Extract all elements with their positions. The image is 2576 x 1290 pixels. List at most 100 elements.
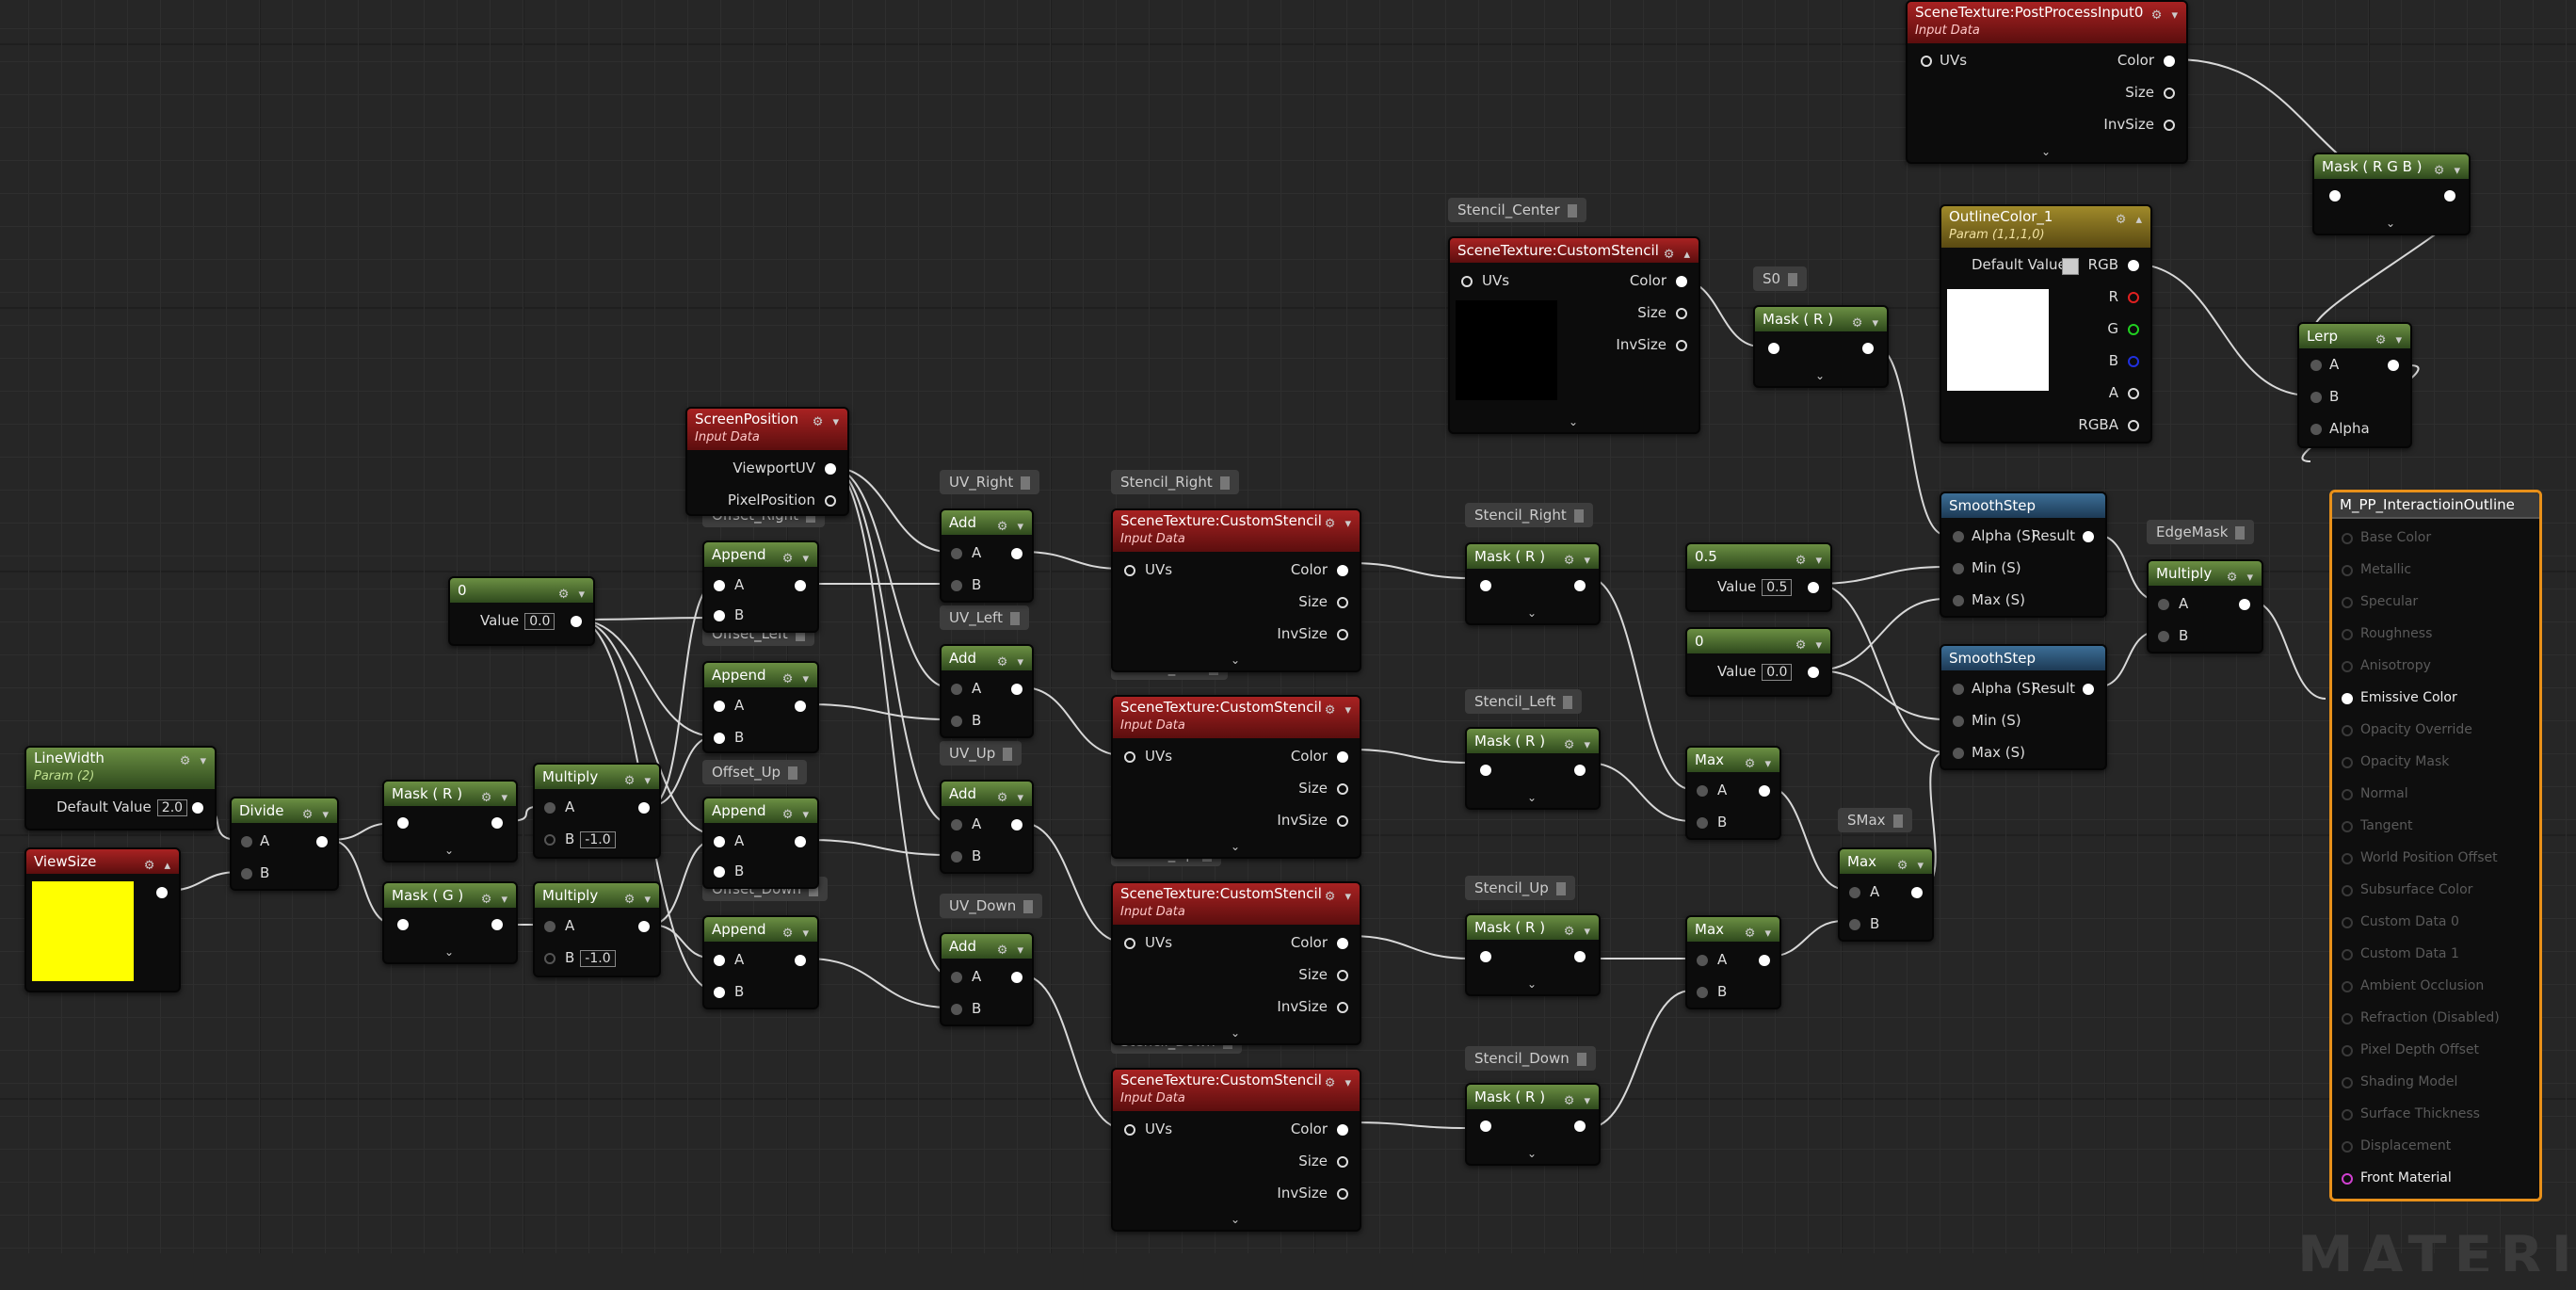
size-output-pin[interactable] [1337,970,1348,981]
node-options-icon[interactable]: ⚙ ▾ [997,939,1026,963]
node-header[interactable]: M_PP_InteractioinOutline [2332,492,2539,519]
a-input-pin[interactable] [2158,599,2169,610]
node-options-icon[interactable]: ⚙ ▾ [1564,734,1593,758]
node-options-icon[interactable]: ⚙ ▾ [1745,922,1774,946]
a-input-pin[interactable] [714,836,725,847]
invsize-output-pin[interactable] [1676,340,1687,351]
uvs-input-pin[interactable] [1124,751,1135,763]
append-output-pin[interactable] [795,580,806,591]
node-header[interactable]: Mask ( R ) ⚙ ▾ [1467,915,1599,940]
comment-uv-right[interactable]: UV_Right [940,470,1040,494]
node-options-icon[interactable]: ⚙ ▾ [1564,920,1593,944]
result-input-pin[interactable] [2342,917,2353,928]
size-output-pin[interactable] [1337,1156,1348,1168]
b-value-input[interactable]: -1.0 [580,831,616,848]
node-header[interactable]: SceneTexture:CustomStencil Input Data ⚙ ▾ [1113,1070,1360,1111]
comment-offset-up[interactable]: Offset_Up [702,760,808,784]
node-header[interactable]: Mask ( R ) ⚙ ▾ [1467,544,1599,569]
comment-bubble-icon[interactable] [1003,747,1013,761]
result-input-pin[interactable] [2342,597,2353,608]
mask-rgb-node[interactable]: Mask ( R G B ) ⚙ ▾ ⌄ [2312,153,2471,235]
divide-output-pin[interactable] [316,836,328,847]
mask-r-right-node[interactable]: Mask ( R ) ⚙ ▾ ⌄ [1465,542,1601,625]
max-output-pin[interactable] [1759,955,1770,966]
max-output-pin[interactable] [1911,887,1923,898]
node-options-icon[interactable]: ⚙ ▴ [2116,211,2145,229]
mask-r-divide-node[interactable]: Mask ( R ) ⚙ ▾ ⌄ [382,780,518,863]
a-input-pin[interactable] [951,548,962,559]
comment-bubble-icon[interactable] [1892,814,1903,828]
a-input-pin[interactable] [951,684,962,695]
comment-bubble-icon[interactable] [2235,525,2246,540]
result-input-pin[interactable] [2342,533,2353,544]
add-output-pin[interactable] [1011,819,1022,830]
linewidth-output-pin[interactable] [192,802,203,814]
a-input-pin[interactable] [1849,887,1860,898]
append-output-pin[interactable] [795,836,806,847]
size-output-pin[interactable] [2164,88,2175,99]
result-input-pin[interactable] [2342,757,2353,768]
result-pin-row[interactable]: Opacity Mask [2342,754,2449,769]
result-input-pin[interactable] [2342,885,2353,896]
comment-bubble-icon[interactable] [1021,476,1031,490]
b-output-pin[interactable] [2128,356,2139,367]
result-pin-row[interactable]: Ambient Occlusion [2342,978,2484,993]
comment-uv-down[interactable]: UV_Down [940,894,1043,918]
comment-bubble-icon[interactable] [788,766,798,780]
value-input[interactable]: 2.0 [156,799,188,816]
node-options-icon[interactable]: ⚙ ▾ [1325,888,1354,906]
uvs-input-pin[interactable] [1921,56,1932,67]
node-options-icon[interactable]: ⚙ ▾ [997,515,1026,540]
comment-s0[interactable]: S0 [1753,266,1808,291]
node-header[interactable]: ScreenPosition Input Data ⚙ ▾ [687,409,847,450]
result-pin-row[interactable]: Emissive Color [2342,690,2457,705]
multiply-output-pin[interactable] [2239,599,2250,610]
a-input-pin[interactable] [951,972,962,983]
uvs-input-pin[interactable] [1124,1124,1135,1136]
screen-position-node[interactable]: ScreenPosition Input Data ⚙ ▾ ViewportUV P… [685,407,849,516]
result-pin-row[interactable]: Specular [2342,594,2418,609]
expand-chevron-icon[interactable]: ⌄ [1231,840,1240,853]
node-options-icon[interactable]: ⚙ ▾ [782,547,812,572]
expand-chevron-icon[interactable]: ⌄ [2041,145,2051,158]
size-output-pin[interactable] [1337,783,1348,795]
node-header[interactable]: Mask ( R ) ⚙ ▾ [1467,1085,1599,1109]
node-header[interactable]: Lerp ⚙ ▾ [2299,324,2410,348]
comment-stencil-right-b[interactable]: Stencil_Right [1465,503,1593,527]
comment-bubble-icon[interactable] [1563,695,1573,709]
node-options-icon[interactable]: ⚙ ▾ [813,413,842,431]
node-header[interactable]: Append ⚙ ▾ [704,542,817,567]
node-header[interactable]: Mask ( R ) ⚙ ▾ [384,782,516,806]
scene-texture-right-node[interactable]: SceneTexture:CustomStencil Input Data ⚙ ▾ … [1111,508,1361,672]
b-value-input[interactable]: -1.0 [580,950,616,967]
node-header[interactable]: Mask ( R ) ⚙ ▾ [1467,729,1599,753]
node-options-icon[interactable]: ⚙ ▾ [481,786,510,811]
a-input-pin[interactable] [1697,785,1708,797]
lerp-node[interactable]: Lerp ⚙ ▾ A B Alpha [2297,322,2412,448]
mask-r-center-node[interactable]: Mask ( R ) ⚙ ▾ ⌄ [1753,305,1889,388]
max-up-down-node[interactable]: Max ⚙ ▾ A B [1685,915,1781,1009]
node-options-icon[interactable]: ⚙ ▾ [782,803,812,828]
result-input-pin[interactable] [2342,1173,2353,1185]
b-input-pin[interactable] [714,987,725,998]
invsize-output-pin[interactable] [1337,1002,1348,1013]
mask-r-left-node[interactable]: Mask ( R ) ⚙ ▾ ⌄ [1465,727,1601,810]
a-output-pin[interactable] [2388,360,2399,371]
node-options-icon[interactable]: ⚙ ▾ [1325,701,1354,719]
node-options-icon[interactable]: ⚙ ▾ [624,769,653,794]
add-right-node[interactable]: Add ⚙ ▾ A B [940,508,1034,603]
node-header[interactable]: Add ⚙ ▾ [942,782,1032,806]
invsize-output-pin[interactable] [1337,629,1348,640]
expand-chevron-icon[interactable]: ⌄ [1527,791,1537,804]
node-options-icon[interactable]: ⚙ ▾ [481,888,510,912]
color-output-pin[interactable] [1337,565,1348,576]
invsize-output-pin[interactable] [2164,120,2175,131]
add-output-pin[interactable] [1011,972,1022,983]
value-input[interactable]: 0.5 [1762,579,1793,596]
result-output-pin[interactable] [2083,531,2094,542]
result-output-pin[interactable] [2083,684,2094,695]
value-input[interactable]: 0.0 [1762,664,1793,681]
node-header[interactable]: Add ⚙ ▾ [942,510,1032,535]
result-pin-row[interactable]: Base Color [2342,530,2431,545]
scene-texture-up-node[interactable]: SceneTexture:CustomStencil Input Data ⚙ ▾ … [1111,881,1361,1045]
